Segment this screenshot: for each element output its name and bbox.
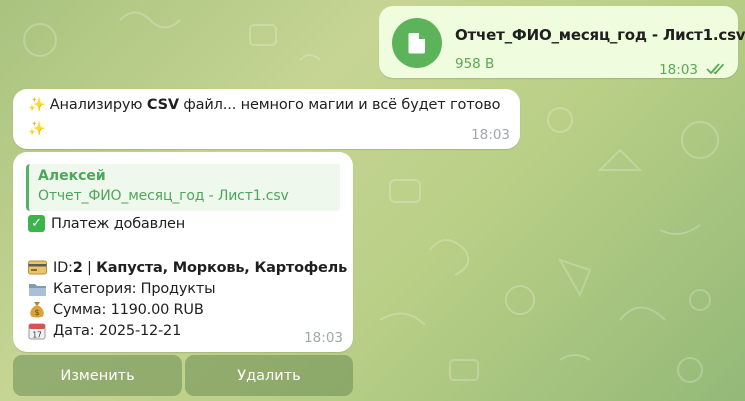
- csv-bold: CSV: [146, 97, 179, 113]
- message-time: 18:03: [659, 62, 698, 78]
- outgoing-file-message[interactable]: Отчет_ФИО_месяц_год - Лист1.csv 958 B 18…: [379, 6, 745, 78]
- payment-added-message: Алексей Отчет_ФИО_месяц_год - Лист1.csv …: [13, 152, 353, 352]
- double-check-icon: [706, 63, 725, 75]
- message-time: 18:03: [471, 127, 510, 143]
- bot-status-message: ✨ Анализирую CSV файл... немного магии и…: [13, 89, 520, 149]
- file-icon[interactable]: [392, 18, 442, 68]
- check-mark-icon: ✓: [28, 215, 45, 232]
- payment-id: 2: [72, 259, 83, 276]
- payment-date-line: 17 Дата: 2025-12-21: [28, 322, 181, 340]
- calendar-icon: 17: [28, 322, 47, 340]
- file-size: 958 B: [455, 56, 495, 72]
- payment-category-line: Категория: Продукты: [28, 280, 216, 297]
- message-time: 18:03: [304, 330, 343, 346]
- svg-text:17: 17: [32, 331, 42, 340]
- sparkles-icon: ✨: [28, 121, 46, 137]
- bot-message-text: ✨ Анализирую CSV файл... немного магии и…: [28, 97, 501, 113]
- edit-button[interactable]: Изменить: [13, 355, 182, 396]
- credit-card-icon: [28, 259, 47, 276]
- sparkles-icon: ✨: [28, 97, 46, 113]
- reply-quote[interactable]: Алексей Отчет_ФИО_месяц_год - Лист1.csv: [26, 164, 340, 211]
- payment-amount-line: $ Сумма: 1190.00 RUB: [28, 301, 204, 318]
- reply-file-name: Отчет_ФИО_месяц_год - Лист1.csv: [38, 188, 289, 204]
- file-name[interactable]: Отчет_ФИО_месяц_год - Лист1.csv: [455, 26, 745, 44]
- delete-button[interactable]: Удалить: [185, 355, 353, 396]
- svg-text:$: $: [35, 308, 40, 317]
- bot-message-second-line: ✨: [28, 121, 45, 137]
- payment-status-line: ✓ Платеж добавлен: [28, 215, 185, 232]
- money-bag-icon: $: [28, 301, 47, 318]
- folder-icon: [28, 280, 47, 297]
- payment-id-line: ID: 2 | Капуста, Морковь, Картофель: [28, 259, 347, 276]
- reply-author: Алексей: [38, 168, 106, 184]
- payment-items: Капуста, Морковь, Картофель: [96, 259, 348, 276]
